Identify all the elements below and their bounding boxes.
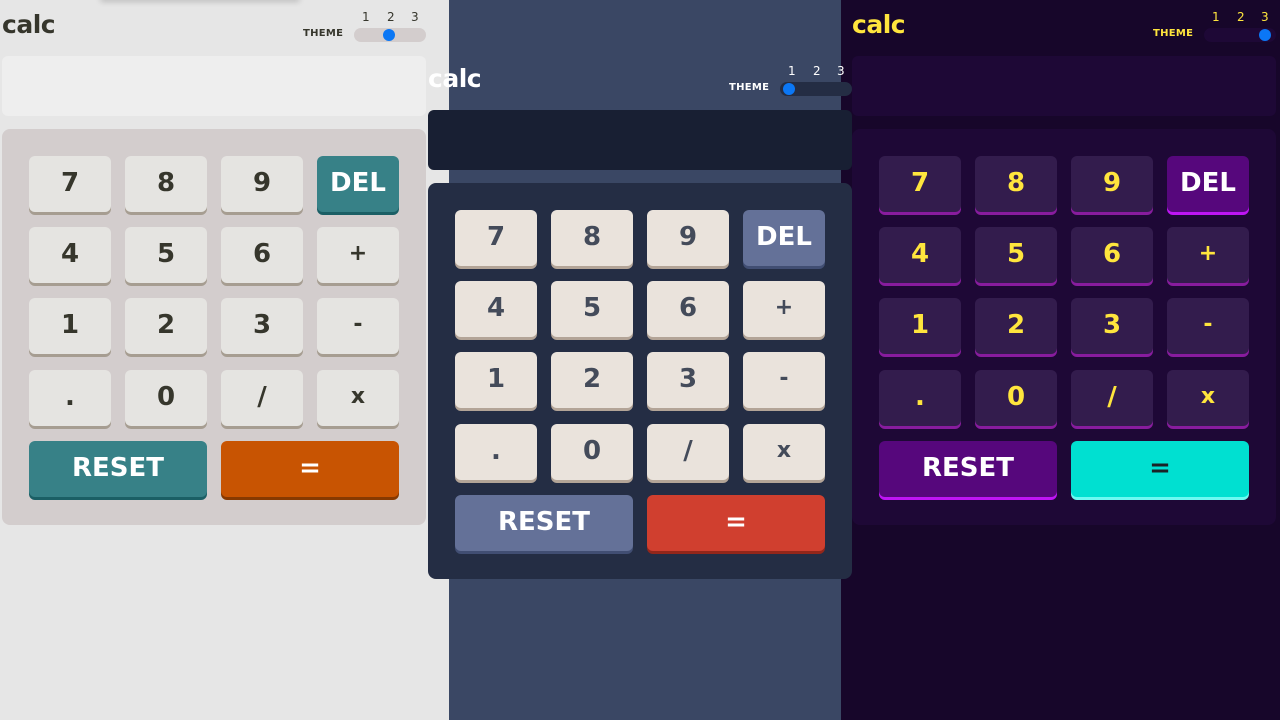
calc-logo: calc <box>852 10 906 39</box>
key-1[interactable]: 1 <box>29 298 111 354</box>
key-3[interactable]: 3 <box>647 352 729 408</box>
key-minus[interactable]: - <box>743 352 825 408</box>
key-multiply[interactable]: x <box>317 370 399 426</box>
theme-toggle-knob[interactable] <box>783 83 795 95</box>
key-4[interactable]: 4 <box>455 281 537 337</box>
key-9[interactable]: 9 <box>647 210 729 266</box>
key-5[interactable]: 5 <box>125 227 207 283</box>
theme-number-2: 2 <box>387 10 395 24</box>
key-plus[interactable]: + <box>1167 227 1249 283</box>
delete-button[interactable]: DEL <box>743 210 825 266</box>
key-7[interactable]: 7 <box>455 210 537 266</box>
key-6[interactable]: 6 <box>647 281 729 337</box>
theme-number-2: 2 <box>1237 10 1245 24</box>
key-7[interactable]: 7 <box>879 156 961 212</box>
theme-label: THEME <box>729 82 770 93</box>
key-divide[interactable]: / <box>221 370 303 426</box>
theme-number-2: 2 <box>813 64 821 78</box>
keypad: 7 8 9 DEL 4 5 6 + 1 2 3 - . 0 / x RESET … <box>2 129 426 525</box>
calculator-display <box>428 110 852 170</box>
key-8[interactable]: 8 <box>125 156 207 212</box>
theme-number-3: 3 <box>837 64 845 78</box>
calc-logo: calc <box>2 10 56 39</box>
key-2[interactable]: 2 <box>975 298 1057 354</box>
theme-toggle[interactable] <box>354 28 426 42</box>
key-multiply[interactable]: x <box>1167 370 1249 426</box>
key-2[interactable]: 2 <box>551 352 633 408</box>
theme-number-1: 1 <box>788 64 796 78</box>
key-4[interactable]: 4 <box>29 227 111 283</box>
key-plus[interactable]: + <box>317 227 399 283</box>
calculator-display <box>852 56 1276 116</box>
key-2[interactable]: 2 <box>125 298 207 354</box>
key-7[interactable]: 7 <box>29 156 111 212</box>
key-3[interactable]: 3 <box>1071 298 1153 354</box>
key-plus[interactable]: + <box>743 281 825 337</box>
key-0[interactable]: 0 <box>551 424 633 480</box>
key-9[interactable]: 9 <box>221 156 303 212</box>
theme-toggle[interactable] <box>1204 28 1276 42</box>
calculator-header: calc THEME 1 2 3 <box>428 54 852 102</box>
key-minus[interactable]: - <box>1167 298 1249 354</box>
key-6[interactable]: 6 <box>221 227 303 283</box>
equals-button[interactable]: = <box>221 441 399 497</box>
calc-logo: calc <box>428 64 482 93</box>
theme-number-1: 1 <box>362 10 370 24</box>
key-minus[interactable]: - <box>317 298 399 354</box>
key-multiply[interactable]: x <box>743 424 825 480</box>
theme-toggle-knob[interactable] <box>383 29 395 41</box>
key-3[interactable]: 3 <box>221 298 303 354</box>
theme-toggle-knob[interactable] <box>1259 29 1271 41</box>
keypad: 7 8 9 DEL 4 5 6 + 1 2 3 - . 0 / x RESET … <box>852 129 1276 525</box>
calculator-header: calc THEME 1 2 3 <box>852 0 1276 48</box>
keypad: 7 8 9 DEL 4 5 6 + 1 2 3 - . 0 / x RESET … <box>428 183 852 579</box>
key-8[interactable]: 8 <box>975 156 1057 212</box>
reset-button[interactable]: RESET <box>29 441 207 497</box>
key-1[interactable]: 1 <box>879 298 961 354</box>
reset-button[interactable]: RESET <box>879 441 1057 497</box>
key-decimal[interactable]: . <box>29 370 111 426</box>
theme-number-1: 1 <box>1212 10 1220 24</box>
theme-toggle[interactable] <box>780 82 852 96</box>
key-5[interactable]: 5 <box>551 281 633 337</box>
key-divide[interactable]: / <box>647 424 729 480</box>
key-4[interactable]: 4 <box>879 227 961 283</box>
key-0[interactable]: 0 <box>975 370 1057 426</box>
key-6[interactable]: 6 <box>1071 227 1153 283</box>
theme-label: THEME <box>1153 28 1194 39</box>
key-decimal[interactable]: . <box>879 370 961 426</box>
reset-button[interactable]: RESET <box>455 495 633 551</box>
calculator-header: calc THEME 1 2 3 <box>2 0 426 48</box>
equals-button[interactable]: = <box>647 495 825 551</box>
theme-number-3: 3 <box>411 10 419 24</box>
theme-number-3: 3 <box>1261 10 1269 24</box>
equals-button[interactable]: = <box>1071 441 1249 497</box>
key-9[interactable]: 9 <box>1071 156 1153 212</box>
key-decimal[interactable]: . <box>455 424 537 480</box>
key-5[interactable]: 5 <box>975 227 1057 283</box>
delete-button[interactable]: DEL <box>317 156 399 212</box>
delete-button[interactable]: DEL <box>1167 156 1249 212</box>
key-0[interactable]: 0 <box>125 370 207 426</box>
theme-label: THEME <box>303 28 344 39</box>
key-divide[interactable]: / <box>1071 370 1153 426</box>
key-1[interactable]: 1 <box>455 352 537 408</box>
key-8[interactable]: 8 <box>551 210 633 266</box>
calculator-display <box>2 56 426 116</box>
